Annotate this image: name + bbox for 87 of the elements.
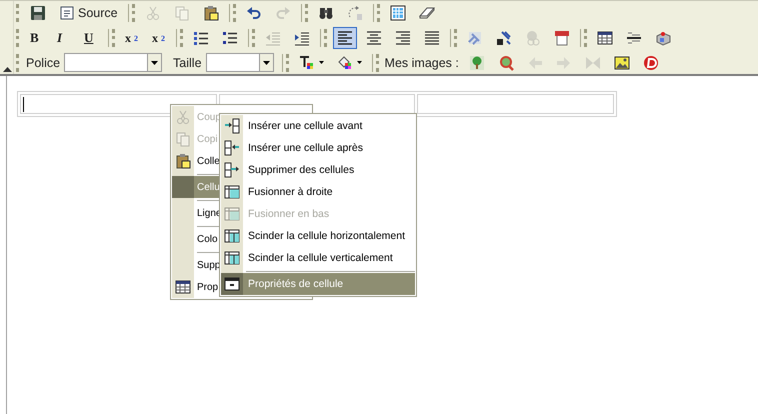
toolbar-separator <box>372 54 379 72</box>
toolbar-grip[interactable] <box>16 54 19 72</box>
link-icon <box>467 30 483 46</box>
logo-icon <box>642 54 659 71</box>
menu-item[interactable]: Insérer une cellule après <box>221 137 415 159</box>
fill-color-icon <box>336 54 353 71</box>
align-left-button[interactable] <box>333 27 357 49</box>
merge-cells-icon <box>224 206 240 222</box>
toolbar-separator <box>228 4 236 22</box>
toolbar-separator <box>300 4 308 22</box>
collapse-icon[interactable] <box>2 67 12 72</box>
text-color-icon <box>298 54 315 71</box>
toolbar-grip[interactable] <box>16 29 19 47</box>
cell-properties-icon <box>224 276 240 292</box>
replace-icon <box>346 5 363 22</box>
toolbar-separator <box>248 29 255 47</box>
delete-cells-icon <box>224 162 240 178</box>
table-icon <box>175 279 191 295</box>
copy-icon <box>175 131 191 147</box>
menu-item[interactable]: Colo <box>172 228 219 250</box>
align-left-icon <box>337 30 353 46</box>
select-all-icon <box>390 5 406 22</box>
toolbar-separator <box>128 4 135 22</box>
eraser-icon <box>418 5 435 22</box>
menu-item[interactable]: Scinder la cellule horizontalement <box>221 225 415 247</box>
toolbar-separator <box>176 29 183 47</box>
menu-item[interactable]: Supprimer des cellules <box>221 159 415 181</box>
cube-icon <box>655 30 671 46</box>
pdf-icon <box>554 30 570 46</box>
toolbar-separator <box>580 29 587 47</box>
text-cursor <box>23 96 24 112</box>
toolbar-label: Police <box>26 56 60 70</box>
justify-icon <box>424 30 440 46</box>
copy-icon <box>174 5 190 22</box>
unlink-icon <box>496 30 512 46</box>
scissors-icon <box>175 109 191 125</box>
underline-button[interactable]: U <box>80 27 102 49</box>
italic-button[interactable]: I <box>53 27 75 49</box>
menu-item[interactable]: Prop <box>172 276 219 298</box>
menu-item[interactable]: Colle <box>172 150 219 172</box>
save-icon <box>30 5 46 22</box>
caret-icon <box>318 61 324 64</box>
caret-icon <box>356 61 362 64</box>
scissors-icon <box>144 5 161 22</box>
toolbar-grip[interactable] <box>16 4 19 22</box>
table-icon <box>597 30 613 46</box>
toolbar-separator <box>282 54 289 72</box>
magnifier-icon <box>498 54 514 71</box>
undo-icon <box>246 5 262 22</box>
outdent-icon <box>265 30 281 46</box>
toolbar-label: Taille <box>173 56 202 70</box>
document-icon <box>59 5 75 22</box>
align-center-icon <box>366 30 382 46</box>
caret-icon <box>151 60 158 65</box>
image-icon <box>614 54 630 71</box>
toolbar-separator <box>108 29 115 47</box>
menu-item[interactable]: Insérer une cellule avant <box>221 115 415 137</box>
document-button[interactable]: Source <box>55 2 122 24</box>
left-arrow-icon <box>526 54 543 71</box>
clipboard-icon <box>202 5 219 22</box>
table-cell[interactable] <box>417 94 614 114</box>
dropdown-field[interactable] <box>206 53 274 72</box>
dropdown-field[interactable] <box>64 53 162 72</box>
toolbar-separator <box>372 4 380 22</box>
split-cell-icon <box>224 228 240 244</box>
insert-cell-before-icon <box>224 118 240 134</box>
clipboard-icon <box>175 153 191 169</box>
rule-icon <box>626 30 642 46</box>
menu-item[interactable]: Fusionner à droite <box>221 181 415 203</box>
align-right-icon <box>395 30 411 46</box>
redo-icon <box>274 5 291 22</box>
split-cell-icon <box>224 250 240 266</box>
indent-icon <box>294 30 310 46</box>
binoculars-icon <box>318 5 334 22</box>
bold-button[interactable]: B <box>26 27 48 49</box>
bowtie-icon <box>584 54 601 71</box>
numbered-list-icon <box>193 30 209 46</box>
merge-cells-icon <box>224 184 240 200</box>
bullet-list-icon <box>222 30 238 46</box>
toolbar-label: Mes images : <box>384 56 459 70</box>
toolbar-separator <box>320 29 327 47</box>
caret-icon <box>262 60 270 65</box>
toolbar-separator <box>450 29 457 47</box>
menu-item[interactable]: Scinder la cellule verticalement <box>221 247 415 269</box>
tree-icon <box>468 54 485 71</box>
insert-cell-after-icon <box>224 140 240 156</box>
right-arrow-icon <box>556 54 572 71</box>
